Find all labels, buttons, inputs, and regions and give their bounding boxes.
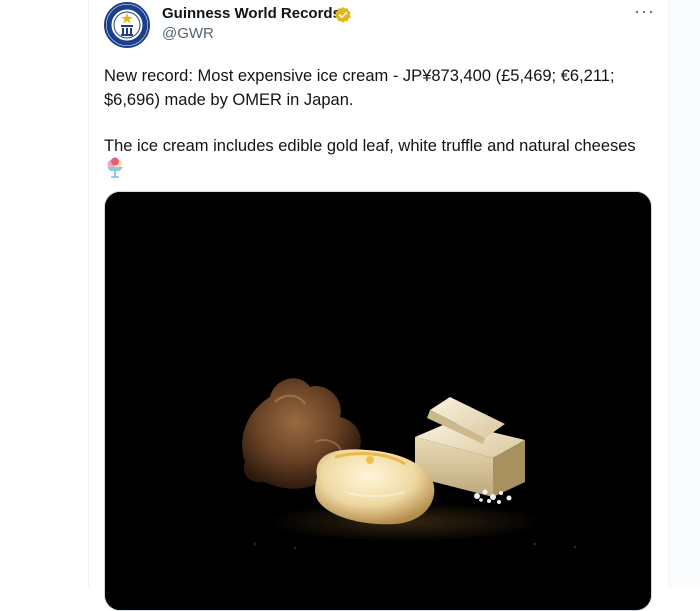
tweet-text-paragraph-2: The ice cream includes edible gold leaf,… xyxy=(104,137,636,155)
tweet-media-image[interactable] xyxy=(104,191,652,611)
timeline-left-border xyxy=(88,0,89,587)
right-gutter xyxy=(669,0,700,587)
tweet-text-paragraph-1: New record: Most expensive ice cream - J… xyxy=(104,67,615,109)
ice-cream-photo xyxy=(105,192,651,610)
gwr-logo-icon xyxy=(106,4,148,46)
verified-badge-icon xyxy=(335,6,351,23)
more-options-icon[interactable]: ··· xyxy=(634,0,655,22)
author-name[interactable]: Guinness World Records xyxy=(162,5,341,22)
ice-cream-sundae-icon xyxy=(107,157,123,178)
author-handle[interactable]: @GWR xyxy=(162,25,214,42)
author-avatar[interactable] xyxy=(104,2,150,48)
